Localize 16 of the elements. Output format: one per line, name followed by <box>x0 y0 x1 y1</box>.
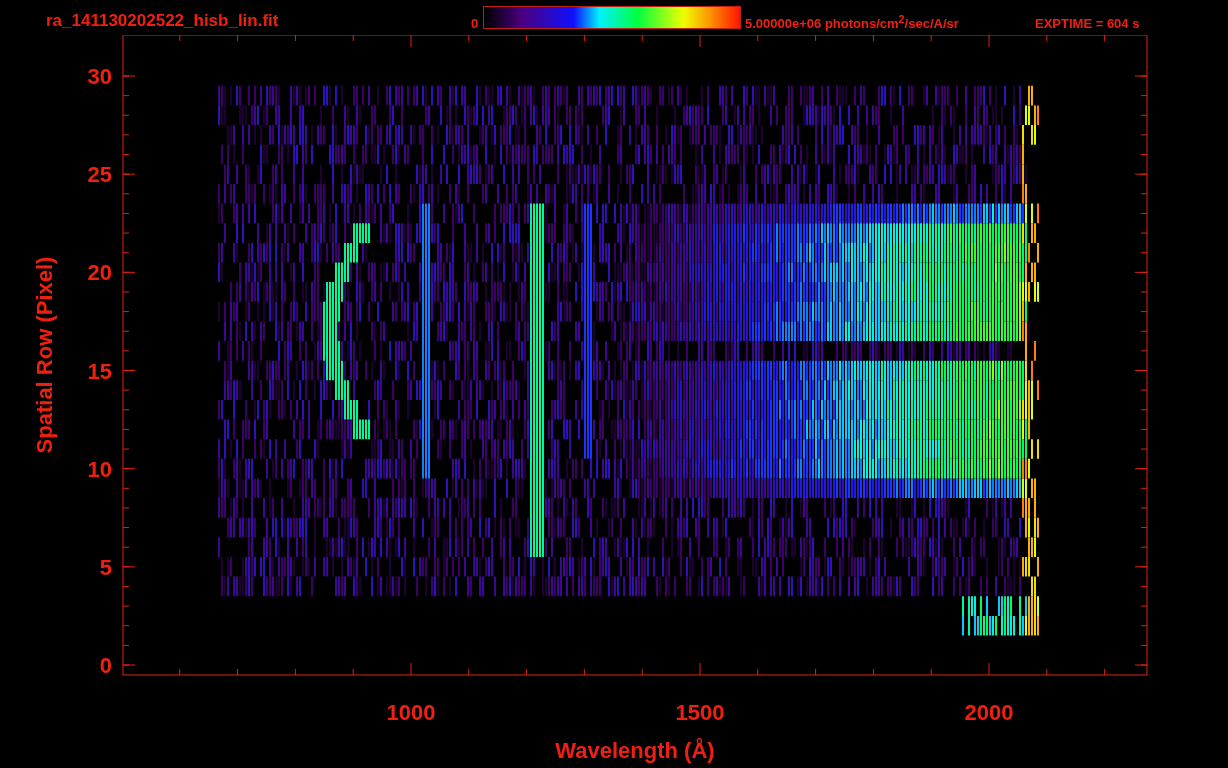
exposure-time: EXPTIME = 604 s <box>1035 16 1140 31</box>
y-tick-label: 5 <box>99 554 112 580</box>
colorbar-min-label: 0 <box>471 16 480 31</box>
y-tick-label: 20 <box>87 260 112 286</box>
colorbar-max-label: 5.00000e+06 photons/cm$^{2}$/sec/A/sr <box>745 12 960 31</box>
x-axis-title: Wavelength (Å) <box>555 738 715 763</box>
x-tick-label: 1000 <box>386 700 436 725</box>
y-tick-label: 10 <box>87 456 112 482</box>
y-axis-title: Spatial Row (Pixel) <box>32 256 57 454</box>
y-tick-label: 15 <box>87 358 112 384</box>
x-tick-label: 2000 <box>964 700 1014 725</box>
y-tick-label: 0 <box>99 653 112 678</box>
y-tick-label: 25 <box>87 162 112 188</box>
file-title: ra_141130202522_hisb_lin.fit <box>46 11 280 31</box>
y-tick-label: 30 <box>87 64 112 89</box>
x-tick-label: 1500 <box>675 700 725 725</box>
